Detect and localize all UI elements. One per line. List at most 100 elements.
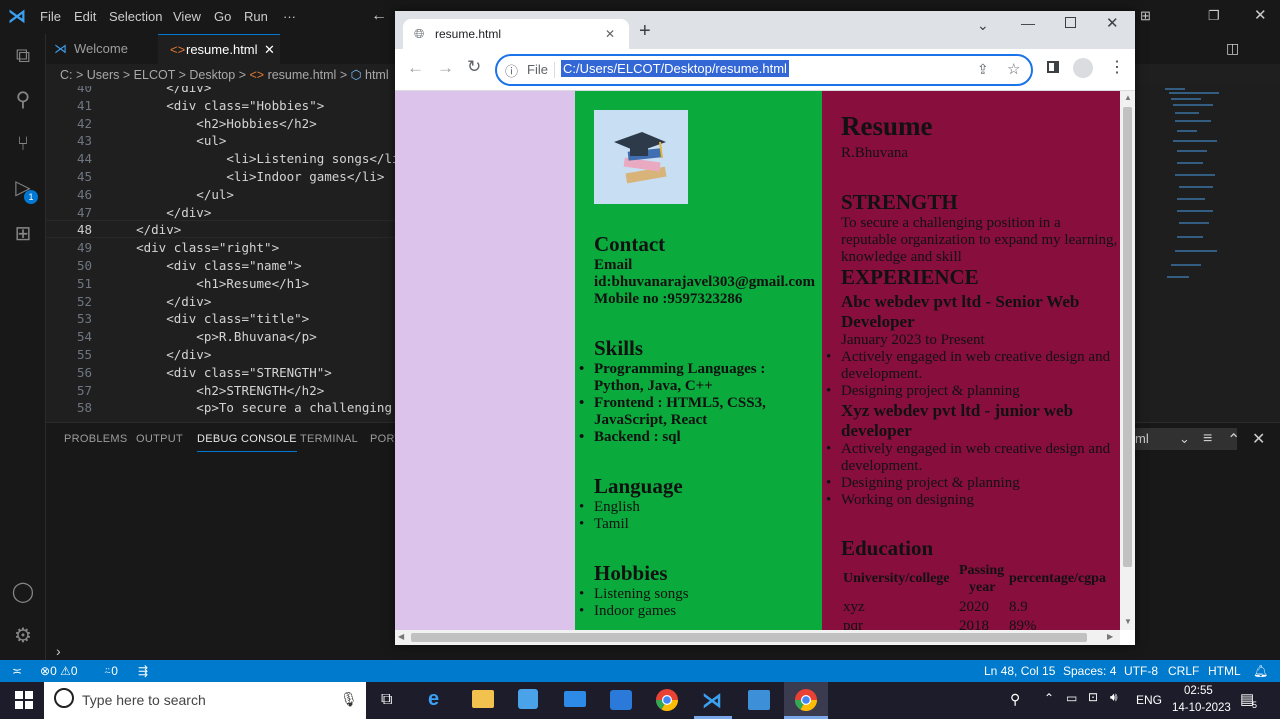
code-line: </div> — [106, 204, 212, 220]
console-prompt-icon[interactable]: › — [56, 643, 61, 659]
breadcrumb-item[interactable]: C: — [60, 68, 73, 82]
minimize-icon[interactable]: — — [1021, 15, 1035, 31]
side-panel-icon[interactable] — [1047, 61, 1059, 73]
pc-icon[interactable] — [610, 690, 632, 710]
cursor-position[interactable]: Ln 48, Col 15 — [984, 660, 1055, 682]
chrome-icon[interactable] — [656, 689, 678, 711]
breadcrumb-item[interactable]: Users — [87, 68, 120, 82]
restore-icon[interactable]: ❐ — [1208, 8, 1220, 24]
ports-status[interactable]: ⍨0 — [104, 660, 118, 682]
panel-tab-debug-console[interactable]: DEBUG CONSOLE — [197, 433, 297, 452]
bookmark-star-icon[interactable]: ☆ — [1007, 60, 1020, 78]
url-text[interactable]: C:/Users/ELCOT/Desktop/resume.html — [561, 60, 789, 77]
close-window-icon[interactable]: ✕ — [1106, 14, 1119, 32]
breadcrumb-item[interactable]: ELCOT — [134, 68, 175, 82]
network-icon[interactable]: ⊡ — [1088, 690, 1098, 704]
tab-welcome[interactable]: ⋊ Welcome — [46, 34, 158, 64]
scroll-down-icon[interactable]: ▼ — [1124, 617, 1132, 626]
volume-icon[interactable]: 🔊︎ — [1110, 690, 1118, 705]
file-explorer-icon[interactable] — [472, 690, 494, 708]
menu-more[interactable]: ··· — [283, 9, 296, 24]
share-icon[interactable]: ⇪ — [977, 61, 989, 78]
menu-go[interactable]: Go — [214, 9, 231, 24]
panel-filter-dropdown[interactable]: ml ⌄ — [1131, 428, 1237, 450]
settings-gear-icon[interactable]: ⚙ — [11, 624, 35, 648]
tab-resume-html[interactable]: <> resume.html ✕ — [158, 34, 280, 64]
code-line: <div class="STRENGTH"> — [106, 364, 332, 380]
panel-tab-output[interactable]: OUTPUT — [136, 433, 183, 445]
edge-icon[interactable]: e — [428, 688, 439, 711]
mail-icon[interactable] — [564, 691, 586, 707]
address-bar[interactable]: ⓘ File C:/Users/ELCOT/Desktop/resume.htm… — [495, 54, 1033, 86]
windows-start-icon[interactable] — [15, 691, 33, 709]
menu-selection[interactable]: Selection — [109, 9, 162, 24]
horizontal-scrollbar[interactable]: ◀ ▶ — [395, 630, 1120, 645]
breadcrumb-item[interactable]: html — [365, 68, 389, 82]
job-item: Actively engaged in web creative design … — [826, 441, 1110, 458]
indentation[interactable]: Spaces: 4 — [1063, 660, 1116, 682]
breadcrumb-item[interactable]: Desktop — [189, 68, 235, 82]
people-icon[interactable]: ⚲ — [1010, 691, 1020, 708]
back-arrow-icon[interactable]: ← — [371, 7, 387, 25]
menu-view[interactable]: View — [173, 9, 201, 24]
menu-edit[interactable]: Edit — [74, 9, 96, 24]
microphone-icon[interactable]: 🎙︎ — [340, 691, 358, 708]
clock-date[interactable]: 14-10-2023 — [1172, 702, 1231, 714]
battery-icon[interactable]: ▭ — [1066, 691, 1077, 705]
problems-status[interactable]: ⊗0 ⚠0 — [40, 660, 78, 682]
dropdown-value: ml — [1135, 431, 1149, 446]
chrome-tab-resume[interactable]: 🌐︎ resume.html ✕ — [403, 19, 629, 49]
scroll-up-icon[interactable]: ▲ — [1124, 93, 1132, 102]
info-icon: ⓘ — [505, 64, 519, 79]
back-icon[interactable]: ← — [407, 58, 424, 78]
taskbar-search[interactable]: Type here to search 🎙︎ — [44, 682, 366, 719]
scroll-thumb[interactable] — [1123, 107, 1132, 567]
breadcrumb-item[interactable]: resume.html — [268, 68, 337, 82]
live-share-icon[interactable]: ⇶ — [138, 660, 148, 682]
close-panel-icon[interactable]: ✕ — [1252, 429, 1265, 449]
kebab-menu-icon[interactable]: ⋮ — [1109, 57, 1125, 77]
wrap-lines-icon[interactable]: ≡ — [1203, 430, 1212, 448]
tab-close-icon[interactable]: ✕ — [264, 35, 275, 65]
task-view-icon[interactable]: ⧉ — [381, 691, 392, 709]
maximize-panel-icon[interactable]: ⌃ — [1227, 430, 1240, 450]
account-icon[interactable]: ◯ — [11, 580, 35, 604]
maximize-icon[interactable] — [1065, 17, 1076, 28]
notifications-bell-icon[interactable]: 🔔︎ — [1253, 660, 1268, 682]
scroll-left-icon[interactable]: ◀ — [398, 632, 404, 641]
reload-icon[interactable]: ↻ — [467, 57, 481, 77]
line-endings[interactable]: CRLF — [1168, 660, 1199, 682]
scroll-right-icon[interactable]: ▶ — [1107, 632, 1113, 641]
search-icon[interactable]: ⚲ — [11, 88, 35, 112]
extensions-icon[interactable]: ⊞ — [11, 222, 35, 246]
profile-avatar-icon[interactable] — [1073, 58, 1093, 78]
input-language[interactable]: ENG — [1136, 693, 1162, 707]
code-editor[interactable]: 40 </div> 41 <div class="Hobbies"> 42 <h2>… — [46, 86, 396, 422]
store-icon[interactable] — [518, 689, 538, 709]
vertical-scrollbar[interactable]: ▲ ▼ — [1120, 91, 1135, 630]
panel-tab-terminal[interactable]: TERMINAL — [300, 433, 358, 445]
chrome-active-taskbar[interactable] — [784, 682, 828, 719]
clock-time[interactable]: 02:55 — [1184, 685, 1213, 697]
language-mode[interactable]: HTML — [1208, 660, 1241, 682]
close-icon[interactable]: ✕ — [1254, 6, 1267, 24]
source-control-icon[interactable]: ⑂ — [11, 132, 35, 156]
new-tab-icon[interactable]: + — [639, 21, 651, 41]
show-hidden-icons-icon[interactable]: ⌃ — [1044, 691, 1054, 705]
vscode-taskbar-icon[interactable]: ⋊ — [702, 688, 722, 713]
forward-icon[interactable]: → — [437, 58, 454, 78]
split-editor-icon[interactable]: ◫ — [1226, 40, 1239, 57]
tab-close-icon[interactable]: ✕ — [605, 19, 615, 49]
line-number: 41 — [76, 97, 92, 113]
panel-tab-problems[interactable]: PROBLEMS — [64, 433, 128, 445]
encoding[interactable]: UTF-8 — [1124, 660, 1158, 682]
remote-icon[interactable]: ≍ — [12, 660, 22, 682]
explorer-icon[interactable]: ⧉ — [11, 44, 35, 68]
menu-file[interactable]: File — [40, 9, 61, 24]
menu-run[interactable]: Run — [244, 9, 268, 24]
layout-icon[interactable]: ⊞ — [1140, 8, 1151, 24]
tab-search-chevron-icon[interactable]: ⌄ — [977, 17, 989, 34]
scroll-thumb[interactable] — [411, 633, 1087, 642]
photos-icon[interactable] — [748, 690, 770, 710]
minimap[interactable] — [1155, 86, 1265, 286]
